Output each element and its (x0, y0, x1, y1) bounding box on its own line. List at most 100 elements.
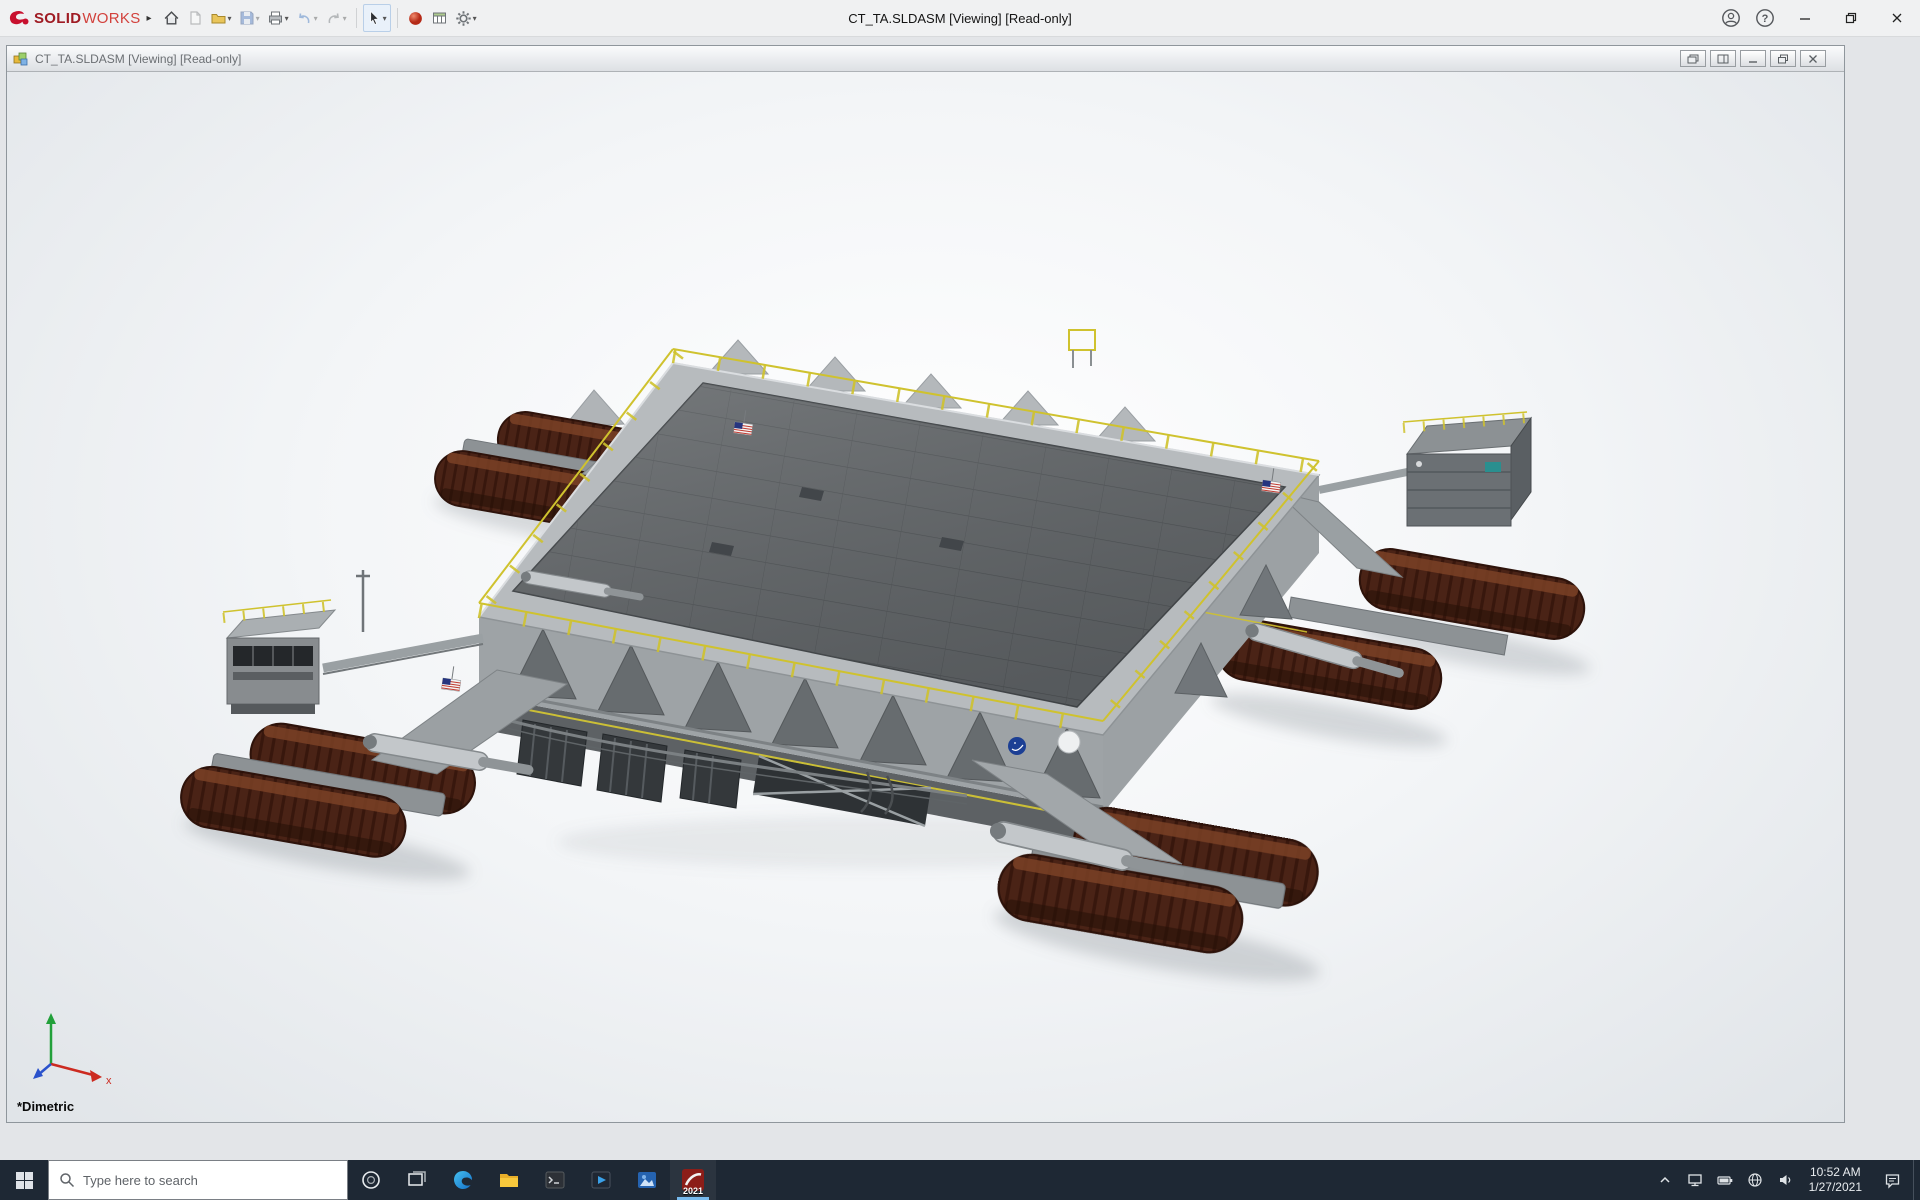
solidworks-window: SOLID WORKS ▸ ▾ (0, 0, 1920, 1200)
doc-split-button[interactable] (1710, 50, 1736, 67)
action-center-button[interactable] (1871, 1160, 1913, 1200)
cab-rear-right (1319, 412, 1531, 526)
console-button[interactable] (532, 1160, 578, 1200)
home-icon (163, 10, 180, 27)
crawler-transporter-model[interactable] (7, 72, 1844, 1122)
close-button[interactable] (1874, 0, 1920, 36)
network-icon (1687, 1172, 1703, 1188)
clock-time: 10:52 AM (1809, 1165, 1862, 1180)
window-title: CT_TA.SLDASM [Viewing] [Read-only] (848, 11, 1072, 26)
doc-restore-icon (1777, 54, 1789, 64)
account-icon (1721, 8, 1741, 28)
minimize-button[interactable] (1782, 0, 1828, 36)
document-titlebar[interactable]: CT_TA.SLDASM [Viewing] [Read-only] (7, 46, 1844, 72)
save-dropdown-arrow[interactable]: ▾ (256, 14, 260, 23)
gear-icon (455, 10, 472, 27)
globe-icon (1747, 1172, 1763, 1188)
open-folder-icon (210, 10, 227, 26)
cortana-button[interactable] (348, 1160, 394, 1200)
taskbar-clock[interactable]: 10:52 AM 1/27/2021 (1800, 1160, 1871, 1200)
brand-text-solid: SOLID (34, 10, 81, 27)
redo-button[interactable]: ▾ (322, 4, 350, 32)
restore-icon (1844, 11, 1858, 25)
graphics-viewport[interactable]: x *Dimetric (7, 72, 1844, 1122)
network-button[interactable] (1680, 1160, 1710, 1200)
cab-front-left (223, 600, 483, 714)
volume-button[interactable] (1770, 1160, 1800, 1200)
us-flag (441, 665, 462, 691)
battery-button[interactable] (1710, 1160, 1740, 1200)
search-icon (59, 1172, 75, 1188)
open-dropdown-arrow[interactable]: ▾ (228, 14, 232, 23)
file-explorer-icon (497, 1168, 521, 1192)
options-dropdown-arrow[interactable]: ▾ (473, 14, 477, 23)
undo-dropdown-arrow[interactable]: ▾ (314, 14, 318, 23)
select-dropdown-arrow[interactable]: ▾ (383, 14, 387, 23)
design-table-button[interactable] (428, 4, 451, 32)
solidworks-version-badge: 2021 (670, 1186, 716, 1196)
show-desktop-button[interactable] (1913, 1160, 1920, 1200)
new-document-icon (187, 10, 203, 26)
edge-icon (451, 1168, 475, 1192)
redo-dropdown-arrow[interactable]: ▾ (343, 14, 347, 23)
toolbar-separator (397, 8, 398, 28)
home-button[interactable] (160, 4, 183, 32)
table-icon (431, 10, 448, 26)
undo-button[interactable]: ▾ (293, 4, 321, 32)
media-player-icon (589, 1168, 613, 1192)
photos-button[interactable] (624, 1160, 670, 1200)
maximize-button[interactable] (1828, 0, 1874, 36)
photos-icon (635, 1168, 659, 1192)
document-window-controls (1680, 50, 1838, 67)
internet-access-button[interactable] (1740, 1160, 1770, 1200)
start-button[interactable] (0, 1160, 48, 1200)
cortana-icon (360, 1169, 382, 1191)
options-button[interactable]: ▾ (452, 4, 480, 32)
file-explorer-button[interactable] (486, 1160, 532, 1200)
dassault-systemes-logo-icon (8, 8, 30, 28)
save-icon (239, 10, 255, 26)
open-button[interactable]: ▾ (207, 4, 235, 32)
hidden-icons-button[interactable] (1650, 1160, 1680, 1200)
orientation-triad[interactable]: x (25, 1004, 121, 1086)
new-document-button[interactable] (184, 4, 206, 32)
print-icon (267, 10, 284, 26)
solidworks-taskbar-button[interactable]: 2021 (670, 1160, 716, 1200)
document-title: CT_TA.SLDASM [Viewing] [Read-only] (35, 52, 241, 66)
light-pole (356, 570, 370, 632)
undo-icon (296, 10, 313, 26)
account-button[interactable] (1714, 0, 1748, 36)
titlebar-controls: ? (1714, 0, 1920, 36)
clock-date: 1/27/2021 (1809, 1180, 1862, 1195)
toolbar-separator (356, 8, 357, 28)
save-button[interactable]: ▾ (236, 4, 263, 32)
document-window: CT_TA.SLDASM [Viewing] [Read-only] (6, 45, 1845, 1123)
menu-flyout-arrow[interactable]: ▸ (145, 13, 160, 24)
cascade-icon (1687, 54, 1699, 64)
task-view-button[interactable] (394, 1160, 440, 1200)
doc-minimize-button[interactable] (1740, 50, 1766, 67)
select-tool-button[interactable]: ▾ (363, 4, 391, 32)
quick-access-toolbar: ▾ ▾ ▾ (160, 4, 480, 32)
close-icon (1890, 11, 1904, 25)
redo-icon (325, 10, 342, 26)
media-player-button[interactable] (578, 1160, 624, 1200)
doc-cascade-button[interactable] (1680, 50, 1706, 67)
appearances-button[interactable] (404, 4, 427, 32)
solidworks-brand: SOLID WORKS (8, 8, 145, 28)
minimize-icon (1798, 11, 1812, 25)
taskbar-search[interactable] (48, 1160, 348, 1200)
doc-close-button[interactable] (1800, 50, 1826, 67)
edge-button[interactable] (440, 1160, 486, 1200)
print-button[interactable]: ▾ (264, 4, 292, 32)
workspace: CT_TA.SLDASM [Viewing] [Read-only] (0, 37, 1920, 1160)
help-button[interactable]: ? (1748, 0, 1782, 36)
action-center-icon (1884, 1172, 1901, 1189)
rear-mast (1069, 330, 1095, 368)
volume-icon (1777, 1172, 1793, 1188)
brand-text-works: WORKS (82, 10, 140, 27)
doc-restore-button[interactable] (1770, 50, 1796, 67)
windows-taskbar: 2021 (0, 1160, 1920, 1200)
search-input[interactable] (83, 1173, 337, 1188)
print-dropdown-arrow[interactable]: ▾ (285, 14, 289, 23)
